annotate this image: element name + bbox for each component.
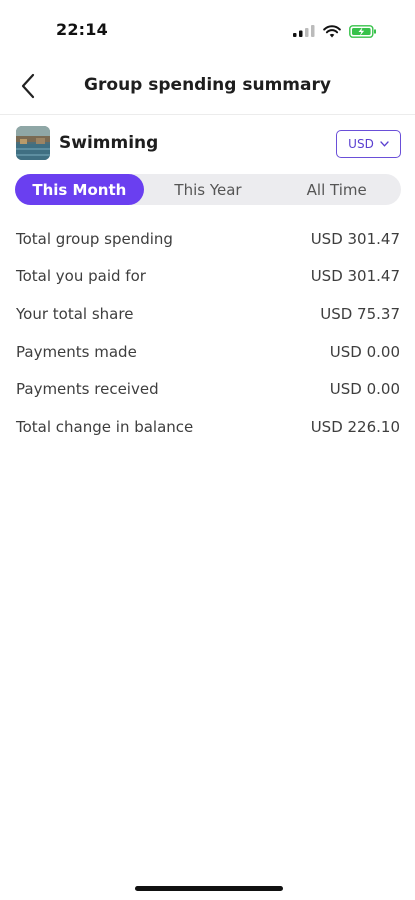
chevron-down-icon <box>380 141 389 147</box>
summary-value: USD 0.00 <box>329 342 400 361</box>
status-icons <box>293 22 377 40</box>
summary-value: USD 301.47 <box>310 229 400 248</box>
summary-value: USD 226.10 <box>310 417 400 436</box>
tab-this-year[interactable]: This Year <box>144 174 273 205</box>
summary-label: Total you paid for <box>16 267 146 286</box>
status-time: 22:14 <box>56 20 108 39</box>
summary-row-balance-change: Total change in balance USD 226.10 <box>16 408 400 446</box>
nav-bar: Group spending summary <box>0 60 415 112</box>
summary-row-your-share: Your total share USD 75.37 <box>16 295 400 333</box>
page-title: Group spending summary <box>84 75 331 95</box>
summary-value: USD 75.37 <box>320 304 400 323</box>
summary-list: Total group spending USD 301.47 Total yo… <box>16 220 400 446</box>
home-indicator[interactable] <box>135 886 283 891</box>
summary-row-total-group-spending: Total group spending USD 301.47 <box>16 220 400 258</box>
summary-value: USD 0.00 <box>329 380 400 399</box>
summary-row-payments-made: Payments made USD 0.00 <box>16 333 400 371</box>
group-avatar <box>16 126 50 160</box>
summary-label: Total group spending <box>16 229 173 248</box>
wifi-icon <box>323 24 341 37</box>
signal-icon <box>293 25 315 37</box>
status-bar: 22:14 <box>0 0 415 56</box>
period-tabs: This Month This Year All Time <box>15 174 401 205</box>
summary-label: Payments received <box>16 380 159 399</box>
currency-label: USD <box>348 137 374 151</box>
currency-selector[interactable]: USD <box>336 130 401 158</box>
group-name: Swimming <box>59 133 159 153</box>
summary-row-total-you-paid: Total you paid for USD 301.47 <box>16 258 400 296</box>
battery-icon <box>349 24 376 38</box>
header-divider <box>0 114 415 115</box>
tab-all-time[interactable]: All Time <box>272 174 401 205</box>
tab-this-month[interactable]: This Month <box>15 174 144 205</box>
summary-label: Payments made <box>16 342 137 361</box>
summary-label: Total change in balance <box>16 417 194 436</box>
group-header: Swimming USD <box>16 126 401 162</box>
summary-label: Your total share <box>16 304 134 323</box>
summary-value: USD 301.47 <box>310 267 400 286</box>
summary-row-payments-received: Payments received USD 0.00 <box>16 370 400 408</box>
